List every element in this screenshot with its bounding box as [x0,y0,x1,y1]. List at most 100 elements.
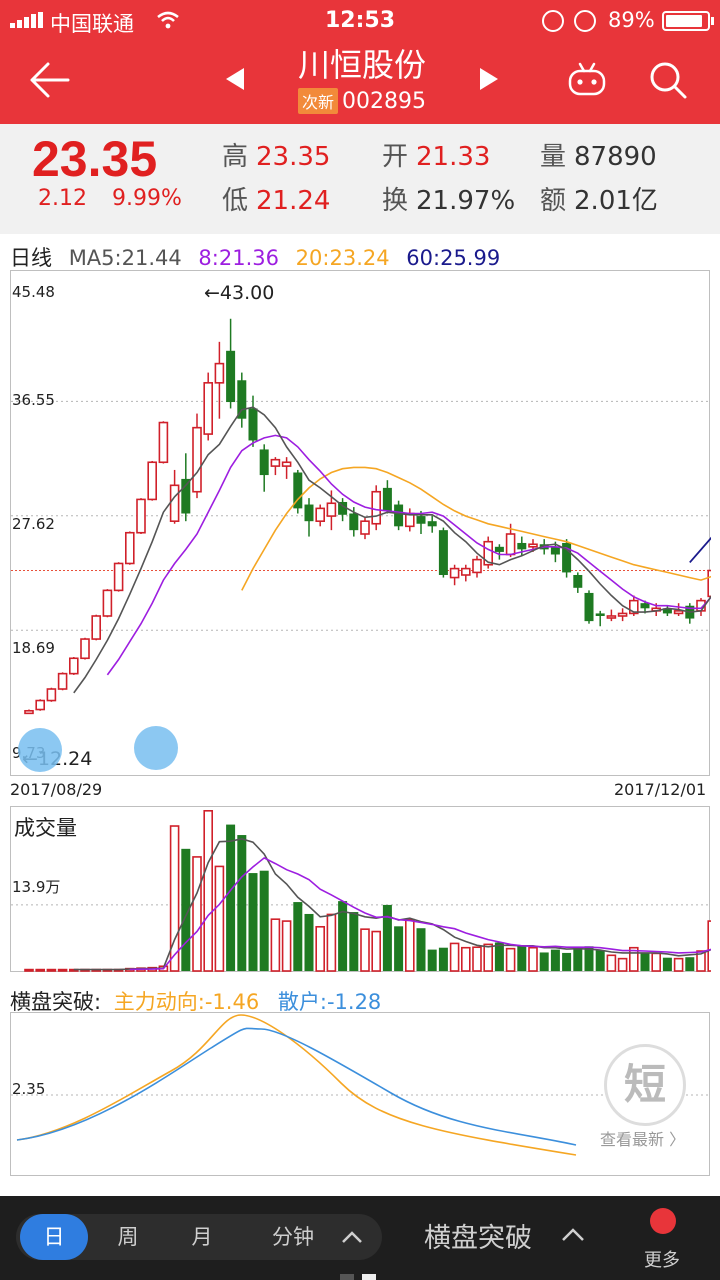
next-stock-icon[interactable] [474,64,504,94]
view-latest-link[interactable]: 查看最新 〉 [600,1126,685,1150]
volume-bar [404,918,415,972]
volume-bar [707,920,711,972]
candle-body [237,380,247,419]
volume-bar [259,870,269,971]
ma20-value: 20:23.24 [295,246,390,270]
volume-bar [304,913,314,971]
app-header: 中国联通 12:53 89% 川恒股份 次新 002895 [0,0,720,124]
volume-canvas [11,810,711,972]
volume-bar [35,968,46,972]
ma60-value: 60:25.99 [406,246,501,270]
volume-bar [226,824,236,971]
more-menu-icon[interactable] [650,1208,676,1234]
status-bar: 中国联通 12:53 89% [0,0,720,40]
candle-body [259,449,269,476]
volume-chart[interactable] [10,806,711,972]
candle-body [494,546,504,552]
stock-detail-screen: 中国联通 12:53 89% 川恒股份 次新 002895 23.35 2.12… [0,0,720,1280]
expand-chart-icon[interactable] [134,726,178,770]
search-icon[interactable] [648,60,688,100]
y-tick-label: 27.62 [12,515,55,533]
tab-week[interactable]: 周 [94,1214,162,1260]
candle-body [214,362,225,384]
candle-body [382,487,392,511]
quote-volume: 量 87890 [540,142,657,172]
kline-chart[interactable] [10,270,711,776]
volume-bar [349,912,359,971]
indicator-selector[interactable]: 横盘突破 [424,1216,532,1255]
candle-body [349,513,359,531]
volume-bar [460,946,471,972]
volume-bar [214,865,225,972]
candle-body [35,699,46,711]
tab-day[interactable]: 日 [20,1214,88,1260]
volume-bar [315,925,326,972]
chevron-up-icon[interactable] [560,1224,586,1244]
volume-tick: 13.9万 [12,878,61,896]
volume-bar [472,946,482,972]
volume-title: 成交量 [14,816,77,840]
ma8-value: 8:21.36 [198,246,279,270]
kline-canvas [11,318,711,715]
volume-bar [517,945,527,971]
ma5-value: MA5:21.44 [68,246,182,270]
volume-bar [203,810,213,972]
volume-bar [46,968,57,972]
price-change: 2.12 [38,186,87,211]
candle-body [203,382,213,435]
candle-body [606,615,617,619]
volume-bar [617,957,628,972]
stock-code: 002895 [342,88,426,114]
volume-bar [539,952,549,971]
quote-low: 低 21.24 [222,186,331,216]
alarm-icon [574,10,596,32]
y-tick-label: 36.55 [12,391,55,409]
previous-stock-icon[interactable] [220,64,250,94]
retail-line [16,1027,577,1146]
volume-bar [573,946,583,971]
volume-bar [505,947,516,972]
volume-bar [237,835,247,971]
period-tabs: 日 周 月 分钟 [16,1214,382,1260]
candle-body [573,574,583,588]
back-arrow-icon[interactable] [26,58,72,102]
y-tick-label: 45.48 [12,283,55,301]
candle-body [147,461,157,501]
short-term-badge[interactable]: 短 [604,1044,686,1126]
candle-body [472,558,482,574]
candle-body [57,672,68,690]
volume-bar [528,946,538,972]
volume-bar [483,943,494,972]
volume-bar [449,942,460,972]
volume-bar [24,968,34,972]
quote-amount: 额 2.01亿 [540,186,658,216]
volume-bar [673,957,684,972]
volume-bar [595,950,605,971]
volume-bar [270,918,281,972]
candle-body [584,592,594,622]
home-indicator [340,1274,376,1280]
candle-body [595,613,605,616]
retail-value: 散户:-1.28 [277,990,382,1014]
candle-body [226,350,236,403]
candle-body [427,521,437,527]
indicator-name: 横盘突破: [10,990,102,1014]
volume-bar [57,968,68,972]
rotation-lock-icon [542,10,564,32]
volume-bar [438,947,448,971]
volume-bar [685,957,695,971]
collapse-chart-icon[interactable] [18,728,62,772]
period-label[interactable]: 日线 [10,246,52,270]
chevron-up-icon[interactable] [340,1228,364,1246]
volume-bar [550,949,560,971]
tab-month[interactable]: 月 [168,1214,236,1260]
more-menu-label[interactable]: 更多 [644,1246,680,1272]
tab-minute[interactable]: 分钟 [272,1214,346,1260]
volume-bar [427,949,437,971]
candle-body [460,567,471,576]
candle-body [438,530,448,575]
candle-body [248,408,258,441]
robot-assistant-icon[interactable] [566,60,608,98]
price-change-percent: 9.99% [112,186,182,211]
battery-percent: 89% [608,8,655,32]
